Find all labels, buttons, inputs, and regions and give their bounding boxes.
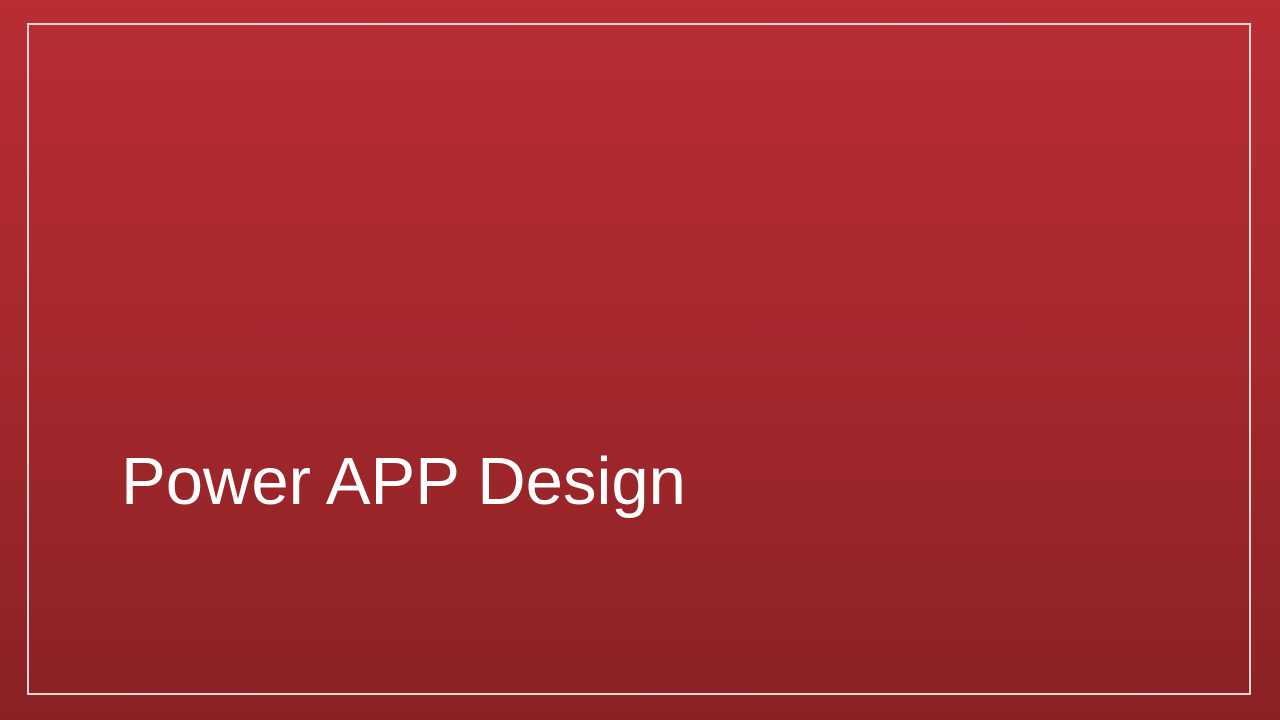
slide-title: Power APP Design — [121, 444, 686, 519]
title-slide: Power APP Design — [0, 0, 1280, 720]
slide-border-frame — [27, 23, 1251, 695]
